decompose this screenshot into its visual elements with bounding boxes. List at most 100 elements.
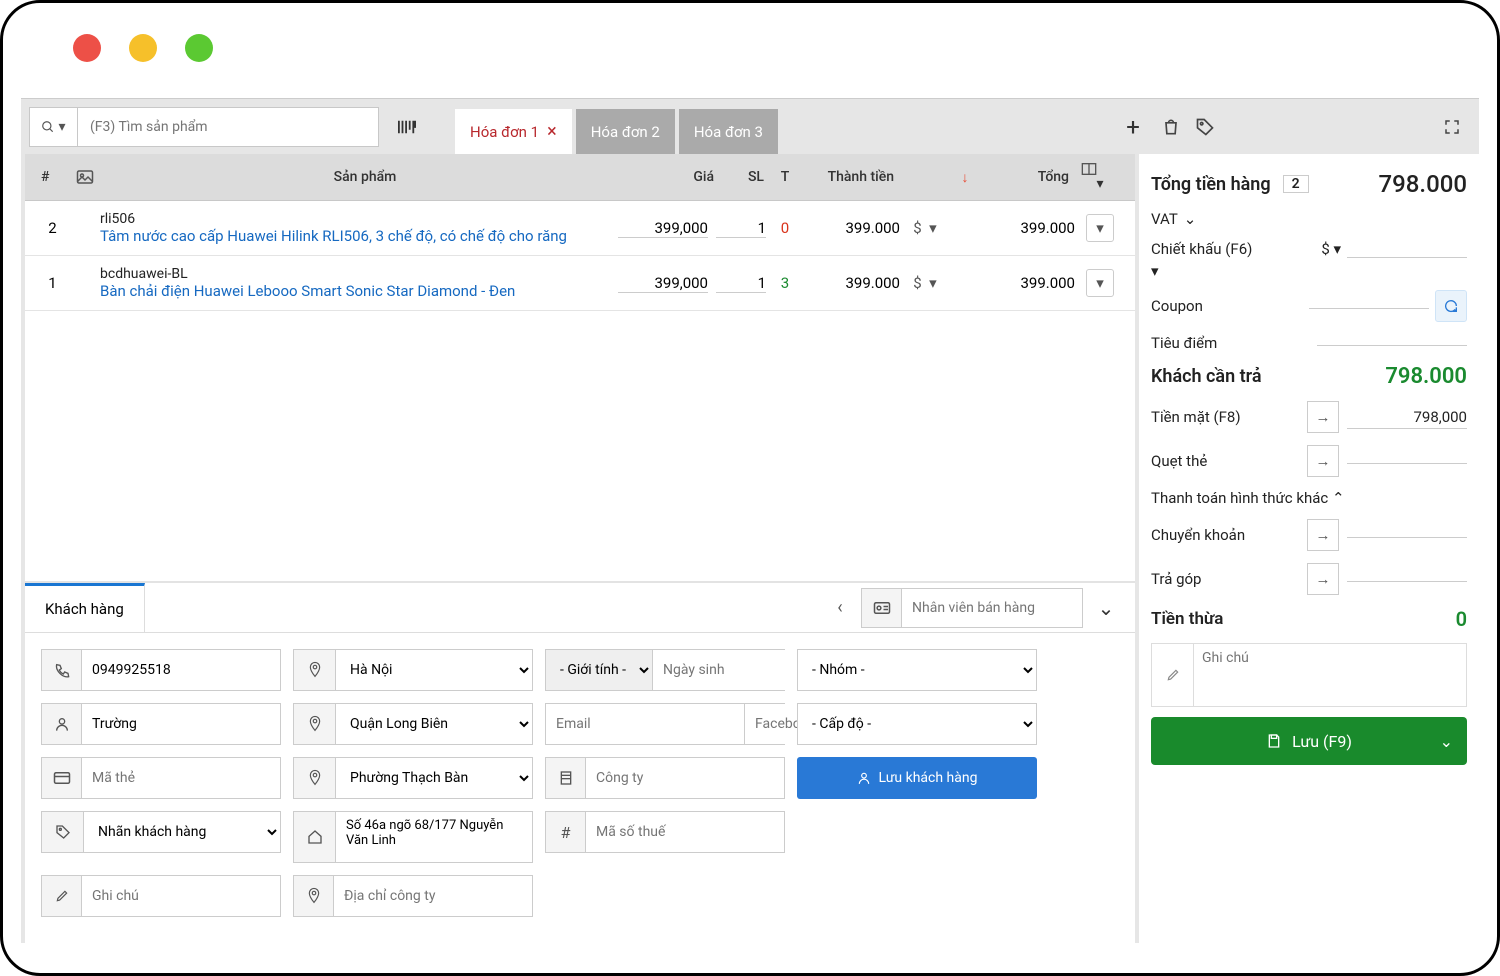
row-quantity[interactable]: 1	[716, 219, 766, 238]
gender-select[interactable]: - Giới tính -	[546, 650, 652, 690]
group-field: - Nhóm -	[797, 649, 1037, 691]
row-menu-button[interactable]: ▾	[1086, 214, 1114, 242]
bag-button[interactable]	[1161, 117, 1181, 137]
phone-field	[41, 649, 281, 691]
fullscreen-button[interactable]	[1443, 118, 1461, 136]
note-input[interactable]	[82, 876, 280, 916]
ward-select[interactable]: Phường Thạch Bàn	[336, 758, 532, 798]
chevron-down-icon[interactable]: ⌄	[1184, 210, 1197, 228]
expand-button[interactable]: ⌄	[1089, 588, 1123, 628]
pin-icon	[307, 887, 321, 905]
product-name[interactable]: Tâm nước cao cấp Huawei Hilink RLI506, 3…	[100, 227, 614, 245]
refresh-coupon-button[interactable]	[1435, 290, 1467, 322]
th-layout-toggle[interactable]: ▾	[1075, 162, 1125, 192]
address-input[interactable]: Số 46a ngõ 68/177 Nguyễn Văn Linh	[336, 812, 532, 862]
card-input[interactable]	[1347, 459, 1467, 464]
due-value: 798.000	[1385, 364, 1467, 389]
email-facebook-field	[545, 703, 785, 745]
th-subtotal: Thành tiền	[800, 169, 900, 185]
discount-input[interactable]	[1347, 240, 1467, 258]
window-minimize-dot[interactable]	[129, 34, 157, 62]
coupon-label: Coupon	[1151, 297, 1203, 315]
installment-arrow-button[interactable]: →	[1307, 563, 1339, 595]
close-icon[interactable]: ×	[547, 121, 557, 142]
row-menu-button[interactable]: ▾	[1086, 269, 1114, 297]
transfer-label: Chuyển khoản	[1151, 526, 1245, 544]
address-field: Số 46a ngõ 68/177 Nguyễn Văn Linh	[293, 811, 533, 863]
city-select[interactable]: Hà Nội	[336, 650, 532, 690]
product-name[interactable]: Bàn chải điện Huawei Lebooo Smart Sonic …	[100, 282, 614, 300]
customer-label-select[interactable]: Nhãn khách hàng	[84, 812, 280, 852]
ward-field: Phường Thạch Bàn	[293, 757, 533, 799]
th-quantity: SL	[720, 169, 770, 185]
transfer-arrow-button[interactable]: →	[1307, 519, 1339, 551]
city-field: Hà Nội	[293, 649, 533, 691]
add-tab-button[interactable]: +	[1113, 107, 1153, 147]
cash-input[interactable]: 798,000	[1347, 406, 1467, 429]
tab-invoice-1[interactable]: Hóa đơn 1 ×	[455, 109, 572, 154]
tab-invoice-2[interactable]: Hóa đơn 2	[576, 109, 675, 154]
item-count-badge: 2	[1283, 175, 1309, 193]
row-stock: 0	[770, 219, 800, 237]
th-stock: T	[770, 169, 800, 185]
save-invoice-button[interactable]: Lưu (F9) ⌄	[1151, 717, 1467, 765]
salesperson-select[interactable]	[861, 588, 1083, 628]
save-customer-button[interactable]: Lưu khách hàng	[797, 757, 1037, 799]
transfer-input[interactable]	[1347, 533, 1467, 538]
search-box: ▾	[29, 107, 379, 147]
customer-label-field: Nhãn khách hàng	[41, 811, 281, 853]
window-titlebar	[3, 3, 1497, 93]
invoice-note-input[interactable]	[1194, 644, 1466, 706]
search-dropdown-button[interactable]: ▾	[30, 108, 78, 146]
tax-field: #	[545, 811, 785, 853]
table-header: # Sản phẩm Giá SL T Thành tiền ↓ Tổng ▾	[25, 154, 1135, 201]
tab-customer[interactable]: Khách hàng	[25, 583, 145, 632]
row-sum: 399.000	[980, 219, 1075, 237]
pin-icon	[308, 769, 322, 787]
tag-icon	[1195, 117, 1215, 137]
barcode-scan-button[interactable]	[387, 107, 427, 147]
company-input[interactable]	[586, 758, 784, 798]
prev-button[interactable]: ‹	[825, 588, 855, 628]
row-currency-select[interactable]: $ ▾	[900, 274, 950, 292]
email-input[interactable]	[546, 704, 744, 744]
row-price[interactable]: 399,000	[618, 219, 708, 238]
cash-arrow-button[interactable]: →	[1307, 401, 1339, 433]
company-address-input[interactable]	[334, 876, 532, 916]
tab-invoice-3[interactable]: Hóa đơn 3	[679, 109, 778, 154]
points-label: Tiêu điểm	[1151, 334, 1217, 352]
level-select[interactable]: - Cấp độ -	[798, 704, 1036, 744]
window-close-dot[interactable]	[73, 34, 101, 62]
points-input[interactable]	[1317, 341, 1467, 346]
tag-button[interactable]	[1195, 117, 1215, 137]
chevron-up-icon[interactable]: ⌃	[1332, 489, 1345, 507]
name-input[interactable]	[82, 704, 280, 744]
window-maximize-dot[interactable]	[185, 34, 213, 62]
district-select[interactable]: Quận Long Biên	[336, 704, 532, 744]
product-sku: bcdhuawei-BL	[100, 266, 614, 282]
salesperson-input[interactable]	[902, 589, 1082, 627]
card-arrow-button[interactable]: →	[1307, 445, 1339, 477]
pin-icon	[308, 661, 322, 679]
search-input[interactable]	[78, 108, 378, 146]
coupon-input[interactable]	[1309, 304, 1429, 309]
tab-label: Hóa đơn 2	[591, 123, 660, 141]
group-select[interactable]: - Nhóm -	[798, 650, 1036, 690]
discount-currency-select[interactable]: $ ▾	[1321, 240, 1341, 258]
name-field	[41, 703, 281, 745]
card-input[interactable]	[82, 758, 280, 798]
district-field: Quận Long Biên	[293, 703, 533, 745]
th-sort[interactable]: ↓	[950, 169, 980, 186]
th-number: #	[35, 169, 70, 185]
chevron-down-icon[interactable]: ⌄	[1440, 732, 1453, 751]
gender-birthday-field: - Giới tính -	[545, 649, 785, 691]
row-quantity[interactable]: 1	[716, 274, 766, 293]
row-currency-select[interactable]: $ ▾	[900, 219, 950, 237]
row-price[interactable]: 399,000	[618, 274, 708, 293]
phone-input[interactable]	[82, 650, 280, 690]
save-invoice-label: Lưu (F9)	[1292, 732, 1352, 751]
tax-input[interactable]	[586, 812, 784, 852]
chevron-down-icon[interactable]: ▾	[1151, 262, 1467, 280]
installment-input[interactable]	[1347, 577, 1467, 582]
change-label: Tiền thừa	[1151, 609, 1223, 629]
